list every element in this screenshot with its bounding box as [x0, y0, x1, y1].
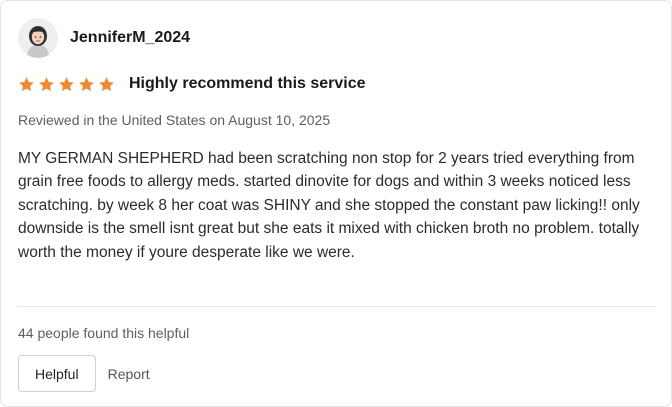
- helpful-count: 44 people found this helpful: [18, 325, 190, 341]
- review-actions: Helpful Report: [18, 355, 150, 392]
- review-body: MY GERMAN SHEPHERD had been scratching n…: [18, 150, 640, 261]
- reviewer-name: JenniferM_2024: [70, 29, 191, 46]
- rating-row: Highly recommend this service: [18, 75, 366, 93]
- divider: [18, 306, 656, 307]
- helpful-button[interactable]: Helpful: [18, 355, 96, 392]
- reviewer-header: JenniferM_2024: [18, 18, 190, 58]
- star-icon: [19, 76, 34, 91]
- review-meta: Reviewed in the United States on August …: [18, 112, 331, 128]
- star-icon: [99, 76, 114, 91]
- star-icon: [79, 76, 94, 91]
- review-title: Highly recommend this service: [129, 75, 366, 92]
- review-card: JenniferM_2024 Highly recommend this ser…: [0, 0, 672, 407]
- star-icon: [59, 76, 74, 91]
- star-rating: [18, 76, 115, 93]
- reviewer-avatar: [18, 18, 58, 58]
- star-icon: [39, 76, 54, 91]
- report-link[interactable]: Report: [108, 366, 150, 382]
- avatar-image: [18, 18, 58, 58]
